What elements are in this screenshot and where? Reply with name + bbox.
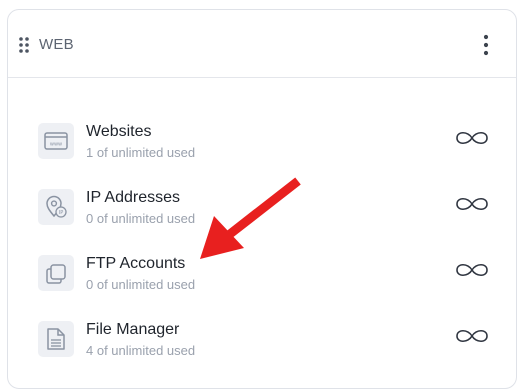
list-item-file-manager[interactable]: File Manager 4 of unlimited used — [38, 321, 498, 365]
document-file-icon — [38, 321, 74, 357]
svg-text:IP: IP — [59, 210, 64, 216]
list-item-ip-addresses[interactable]: IP IP Addresses 0 of unlimited used — [38, 189, 498, 233]
list-item-ftp-accounts[interactable]: FTP Accounts 0 of unlimited used — [38, 255, 498, 299]
infinity-icon — [454, 195, 490, 213]
location-pin-ip-icon: IP — [38, 189, 74, 225]
drag-handle-icon[interactable] — [19, 37, 29, 53]
usage-text: 4 of unlimited used — [86, 343, 196, 358]
usage-text: 0 of unlimited used — [86, 211, 196, 226]
card-header: WEB — [8, 10, 516, 78]
web-card: WEB www Websites 1 of unlimited used IP … — [7, 9, 517, 389]
more-options-button[interactable] — [474, 32, 498, 58]
usage-text: 1 of unlimited used — [86, 145, 196, 160]
infinity-icon — [454, 129, 490, 147]
browser-window-icon: www — [38, 123, 74, 159]
row-label: FTP Accounts — [86, 255, 186, 272]
usage-text: 0 of unlimited used — [86, 277, 196, 292]
infinity-icon — [454, 327, 490, 345]
row-label: File Manager — [86, 321, 180, 338]
row-label: IP Addresses — [86, 189, 180, 206]
svg-text:www: www — [50, 142, 62, 148]
more-vertical-icon — [483, 34, 489, 56]
card-title: WEB — [39, 36, 74, 53]
infinity-icon — [454, 261, 490, 279]
list-item-websites[interactable]: www Websites 1 of unlimited used — [38, 123, 498, 167]
row-label: Websites — [86, 123, 152, 140]
copy-folders-icon — [38, 255, 74, 291]
